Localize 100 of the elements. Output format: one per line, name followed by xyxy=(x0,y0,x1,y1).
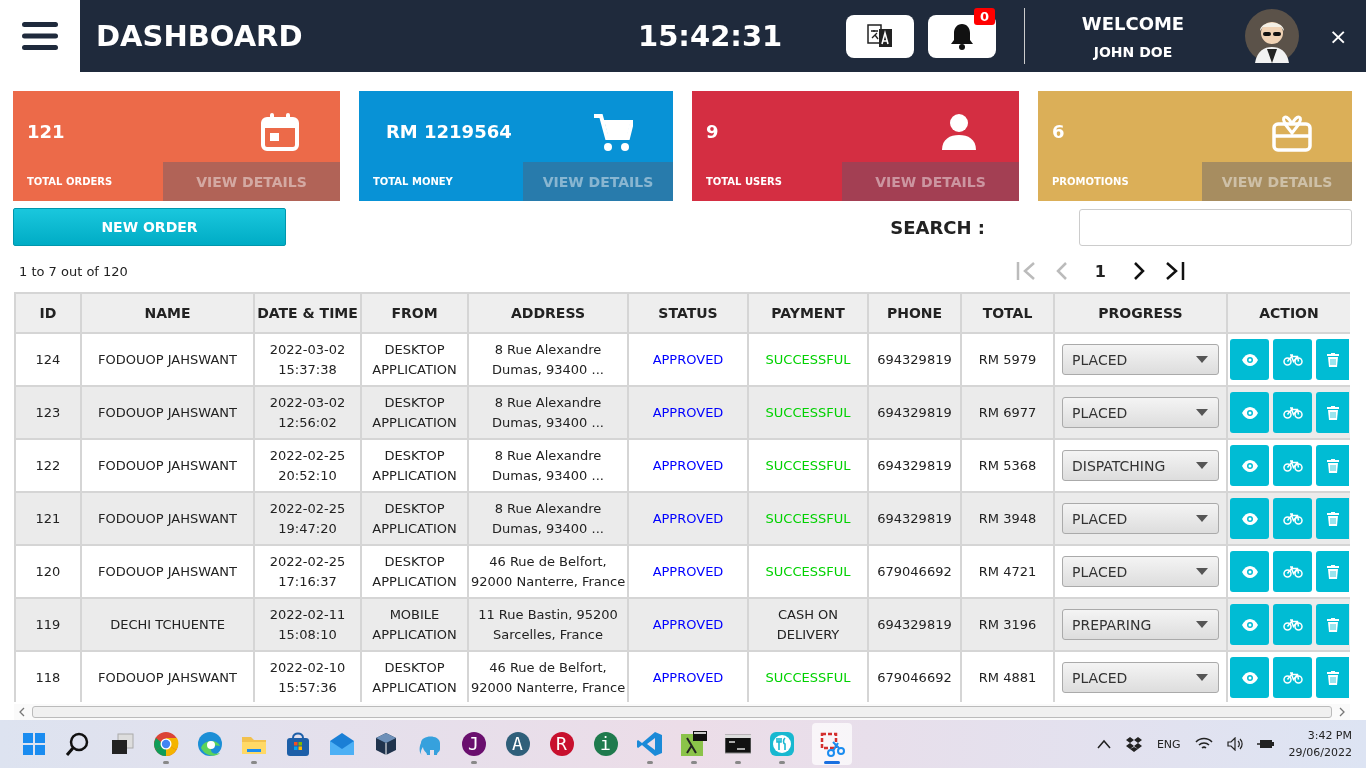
dispatch-button[interactable] xyxy=(1273,657,1312,698)
range-text: 1 to 7 out of 120 xyxy=(19,263,128,279)
menu-icon[interactable] xyxy=(22,21,58,51)
view-button[interactable] xyxy=(1230,551,1269,592)
delete-button[interactable] xyxy=(1316,445,1349,486)
payment-cell: SUCCESSFUL xyxy=(748,386,868,439)
caret-icon xyxy=(1196,674,1208,681)
eye-icon xyxy=(1241,353,1258,366)
app-letter-icon: A xyxy=(505,732,530,756)
table-cell: 121 xyxy=(15,492,81,545)
bicycle-icon xyxy=(1282,459,1303,472)
progress-dropdown[interactable]: PLACED xyxy=(1062,503,1219,534)
stat-label: TOTAL ORDERS xyxy=(26,176,113,187)
column-header: ACTION xyxy=(1227,293,1350,333)
bicycle-icon xyxy=(1282,565,1303,578)
box-icon[interactable] xyxy=(1124,736,1143,752)
delete-button[interactable] xyxy=(1316,498,1349,539)
last-page-icon[interactable] xyxy=(1164,260,1186,282)
table-cell: DESKTOP APPLICATION xyxy=(361,386,468,439)
bell-icon xyxy=(948,21,976,51)
dispatch-button[interactable] xyxy=(1273,604,1312,645)
status-cell: APPROVED xyxy=(628,492,748,545)
translate-button[interactable] xyxy=(846,14,914,58)
search-field[interactable] xyxy=(1079,208,1352,246)
table-cell: DECHI TCHUENTE xyxy=(81,598,254,651)
scissors-icon xyxy=(819,731,845,757)
table-cell: FODOUOP JAHSWANT xyxy=(81,492,254,545)
envelope-icon xyxy=(328,731,355,757)
taskbar-time[interactable]: 3:42 PM xyxy=(1288,727,1352,744)
scroll-left-icon[interactable] xyxy=(18,707,26,717)
stat-value: 9 xyxy=(706,121,719,142)
status-cell: APPROVED xyxy=(628,386,748,439)
eye-icon xyxy=(1241,618,1258,631)
view-button[interactable] xyxy=(1230,339,1269,380)
table-cell: RM 3948 xyxy=(961,492,1054,545)
progress-dropdown[interactable]: PLACED xyxy=(1062,556,1219,587)
cart-icon xyxy=(593,111,633,152)
app-letter-icon: i xyxy=(593,732,618,756)
page-title: DASHBOARD xyxy=(96,19,304,53)
column-header: STATUS xyxy=(628,293,748,333)
caret-icon xyxy=(1196,568,1208,575)
view-button[interactable] xyxy=(1230,445,1269,486)
bicycle-icon xyxy=(1282,512,1303,525)
taskbar-date[interactable]: 29/06/2022 xyxy=(1288,744,1352,761)
welcome-text: WELCOME xyxy=(1080,12,1186,34)
progress-dropdown[interactable]: PLACED xyxy=(1062,344,1219,375)
taskbar-app[interactable]: R xyxy=(548,723,575,765)
wifi-icon[interactable] xyxy=(1194,737,1213,751)
bicycle-icon xyxy=(1282,353,1303,366)
delete-button[interactable] xyxy=(1316,339,1349,380)
stat-value: RM 1219564 xyxy=(385,121,512,142)
table-cell: RM 3196 xyxy=(961,598,1054,651)
delete-button[interactable] xyxy=(1316,551,1349,592)
dispatch-button[interactable] xyxy=(1273,445,1312,486)
eye-icon xyxy=(1241,671,1258,684)
taskbar-app[interactable]: J xyxy=(460,723,487,765)
progress-dropdown[interactable]: PREPARING xyxy=(1062,609,1219,640)
speaker-icon[interactable] xyxy=(1226,737,1243,751)
notifications-button[interactable] xyxy=(928,14,996,58)
search-icon xyxy=(64,731,91,757)
delete-button[interactable] xyxy=(1316,392,1349,433)
fork-knife-icon xyxy=(768,731,795,757)
view-button[interactable] xyxy=(1230,657,1269,698)
user-name: JOHN DOE xyxy=(1092,43,1174,60)
view-button[interactable] xyxy=(1230,392,1269,433)
eye-icon xyxy=(1241,512,1258,525)
dispatch-button[interactable] xyxy=(1273,498,1312,539)
view-button[interactable] xyxy=(1230,604,1269,645)
trash-icon xyxy=(1326,352,1339,367)
page-number[interactable]: 1 xyxy=(1094,261,1106,281)
progress-dropdown[interactable]: PLACED xyxy=(1062,397,1219,428)
app-letter-icon: R xyxy=(549,732,574,756)
calendar-icon xyxy=(260,111,300,152)
battery-icon[interactable] xyxy=(1256,738,1275,750)
horizontal-scrollbar[interactable] xyxy=(14,704,1350,720)
chevron-up-icon[interactable] xyxy=(1096,739,1111,749)
stat-label: PROMOTIONS xyxy=(1051,176,1129,187)
app-letter-icon: J xyxy=(461,732,486,756)
trash-icon xyxy=(1326,617,1339,632)
dispatch-button[interactable] xyxy=(1273,551,1312,592)
column-header: PHONE xyxy=(868,293,961,333)
delete-button[interactable] xyxy=(1316,604,1349,645)
progress-dropdown[interactable]: PLACED xyxy=(1062,662,1219,693)
column-header: NAME xyxy=(81,293,254,333)
language-indicator[interactable]: ENG xyxy=(1156,737,1181,751)
delete-button[interactable] xyxy=(1316,657,1349,698)
table-cell: 694329819 xyxy=(868,386,961,439)
close-button[interactable]: × xyxy=(1325,23,1352,49)
scroll-right-icon[interactable] xyxy=(1338,707,1346,717)
dispatch-button[interactable] xyxy=(1273,392,1312,433)
taskbar-app[interactable]: i xyxy=(592,723,619,765)
table-cell: 2022-03-02 12:56:02 xyxy=(254,386,361,439)
notification-badge: 0 xyxy=(973,7,995,25)
stat-value: 121 xyxy=(27,121,65,142)
dispatch-button[interactable] xyxy=(1273,339,1312,380)
column-header: ADDRESS xyxy=(468,293,628,333)
progress-dropdown[interactable]: DISPATCHING xyxy=(1062,450,1219,481)
view-button[interactable] xyxy=(1230,498,1269,539)
stat-value: 6 xyxy=(1052,121,1065,142)
taskbar-app[interactable]: A xyxy=(504,723,531,765)
